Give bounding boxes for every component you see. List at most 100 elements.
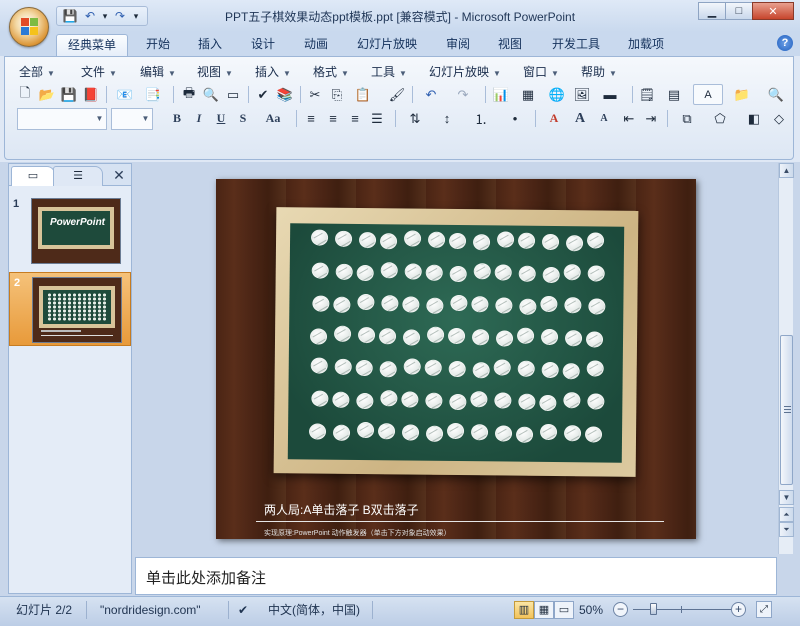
gomoku-stone[interactable] (542, 266, 560, 284)
gomoku-stone[interactable] (493, 359, 511, 376)
zoom-level[interactable]: 50% (579, 600, 603, 620)
gomoku-stone[interactable] (515, 426, 534, 443)
text-box-icon[interactable]: A (693, 84, 723, 105)
gomoku-stone[interactable] (379, 233, 398, 250)
tab-view[interactable]: 视图 (490, 34, 530, 56)
gomoku-stone[interactable] (472, 234, 491, 251)
save-icon[interactable]: 💾 (59, 84, 79, 105)
font-size-combo[interactable]: ▼ (111, 108, 153, 130)
copy-icon[interactable]: ⎘ (327, 84, 347, 105)
underline-button[interactable]: U (211, 108, 231, 129)
gomoku-stone[interactable] (473, 263, 491, 280)
slide-canvas[interactable]: 两人局:A单击落子 B双击落子 实现原理:PowerPoint 动作触发器（单击… (216, 179, 696, 539)
slide-thumbnail-2[interactable]: 2 (9, 272, 131, 346)
gomoku-stone[interactable] (334, 358, 352, 375)
normal-view-button[interactable]: ▥ (514, 601, 534, 619)
gomoku-stone[interactable] (563, 264, 581, 281)
gomoku-stone[interactable] (517, 360, 535, 377)
shadow-button[interactable]: S (233, 108, 253, 129)
gomoku-stone[interactable] (379, 361, 397, 378)
gomoku-stone[interactable] (378, 328, 397, 345)
gomoku-stone[interactable] (446, 422, 465, 440)
gomoku-stone[interactable] (470, 424, 489, 441)
gomoku-stone[interactable] (586, 360, 604, 377)
maximize-button[interactable]: □ (725, 2, 753, 20)
gomoku-stone[interactable] (563, 425, 582, 442)
gomoku-stone[interactable] (335, 263, 353, 280)
gomoku-stone[interactable] (334, 230, 353, 247)
scrollbar-thumb[interactable] (780, 335, 793, 485)
gomoku-stone[interactable] (540, 295, 558, 313)
gomoku-stone[interactable] (519, 298, 537, 315)
find-icon[interactable]: 🔍 (761, 84, 791, 105)
open-folder-dropdown-icon[interactable]: 📁 (727, 84, 757, 105)
tab-add-ins[interactable]: 加载项 (620, 34, 672, 56)
print-icon[interactable]: 🖶 (179, 84, 199, 105)
menu-window[interactable]: 窗口 ▼ (523, 63, 559, 80)
gomoku-stone[interactable] (471, 329, 490, 346)
gomoku-stone[interactable] (357, 293, 375, 311)
gomoku-stone[interactable] (541, 361, 559, 379)
gomoku-stone[interactable] (496, 231, 515, 248)
italic-button[interactable]: I (189, 108, 209, 129)
tab-design[interactable]: 设计 (243, 34, 283, 56)
insert-chart-icon[interactable]: 📊 (491, 84, 511, 105)
gomoku-stone[interactable] (472, 362, 490, 379)
gomoku-stone[interactable] (494, 264, 512, 281)
gomoku-stone[interactable] (518, 265, 536, 282)
print-preview-icon[interactable]: 🔍 (201, 84, 221, 105)
minimize-button[interactable]: ▁ (698, 2, 726, 20)
line-spacing-icon[interactable]: ↕ (433, 108, 461, 129)
tab-review[interactable]: 审阅 (438, 34, 478, 56)
new-document-icon[interactable]: 🗋 (15, 84, 35, 105)
gomoku-stone[interactable] (564, 297, 582, 314)
font-name-combo[interactable]: ▼ (17, 108, 107, 130)
gomoku-stone[interactable] (356, 392, 374, 410)
menu-all[interactable]: 全部 ▼ (19, 63, 55, 80)
gomoku-stone[interactable] (426, 297, 444, 314)
gomoku-stone[interactable] (377, 423, 396, 440)
justify-icon[interactable]: ☰ (367, 108, 387, 129)
gomoku-stone[interactable] (586, 232, 605, 249)
gomoku-stone[interactable] (333, 296, 351, 313)
slide-sorter-view-button[interactable]: ▦ (534, 601, 554, 619)
redo-icon[interactable]: ↷ (449, 84, 477, 105)
gomoku-stone[interactable] (425, 264, 443, 281)
gomoku-stone[interactable] (309, 328, 328, 345)
align-center-icon[interactable]: ≡ (323, 108, 343, 129)
zoom-in-icon[interactable]: + (731, 602, 746, 617)
shrink-font-button[interactable]: A (593, 108, 615, 129)
gomoku-stone[interactable] (495, 297, 513, 314)
grow-font-button[interactable]: A (569, 108, 591, 129)
gomoku-stone[interactable] (562, 363, 580, 380)
gomoku-stone[interactable] (517, 232, 536, 249)
layout-icon[interactable]: ▤ (659, 84, 689, 105)
gomoku-stone[interactable] (470, 391, 488, 408)
gomoku-stone[interactable] (332, 424, 351, 441)
fit-to-window-icon[interactable]: ⤢ (756, 601, 772, 618)
office-button[interactable] (9, 7, 49, 47)
spell-check-icon[interactable]: ✔ (238, 600, 256, 620)
clip-art-icon[interactable]: 🌐 (547, 84, 567, 105)
gomoku-stone[interactable] (402, 329, 421, 346)
menu-edit[interactable]: 编辑 ▼ (140, 63, 176, 80)
new-slide-icon[interactable]: 🗒 (637, 84, 657, 105)
notes-pane[interactable]: 单击此处添加备注 (135, 557, 777, 595)
gomoku-stone[interactable] (333, 325, 352, 342)
menu-slide-show[interactable]: 幻灯片放映 ▼ (429, 63, 501, 80)
insert-table-icon[interactable]: ▦ (513, 84, 543, 105)
gomoku-stone[interactable] (310, 357, 328, 374)
gomoku-stone[interactable] (311, 390, 329, 407)
tab-classic-menu[interactable]: 经典菜单 (56, 34, 128, 56)
gomoku-stone[interactable] (541, 233, 560, 251)
gomoku-stone[interactable] (539, 394, 557, 412)
gomoku-stone[interactable] (358, 231, 377, 249)
tab-insert[interactable]: 插入 (190, 34, 230, 56)
gomoku-stone[interactable] (427, 231, 446, 248)
gomoku-stone[interactable] (584, 426, 603, 443)
gomoku-stone[interactable] (381, 295, 399, 312)
gomoku-stone[interactable] (448, 360, 466, 378)
grayscale-icon[interactable]: 🖼 (571, 84, 593, 105)
align-right-icon[interactable]: ≡ (345, 108, 365, 129)
scroll-down-icon[interactable]: ▼ (779, 490, 794, 505)
